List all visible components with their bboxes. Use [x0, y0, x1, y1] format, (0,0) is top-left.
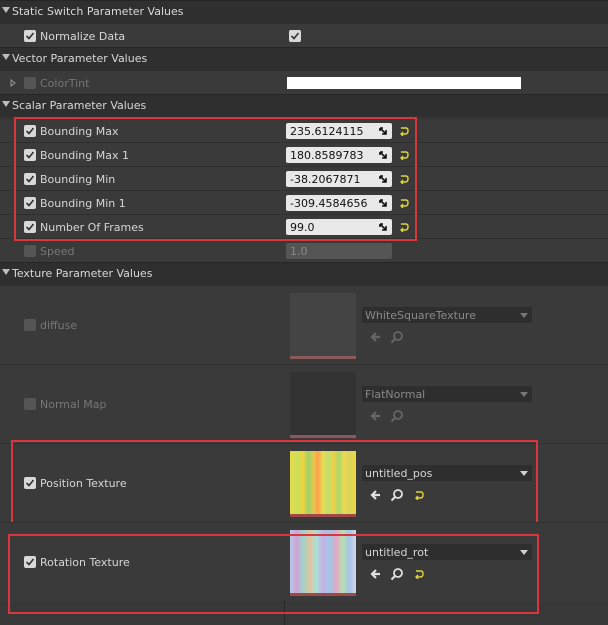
chevron-down-icon	[520, 313, 528, 318]
check-icon	[25, 32, 35, 40]
param-label: ColorTint	[40, 77, 90, 90]
highlight-box-scalar	[14, 117, 417, 241]
param-label: diffuse	[40, 319, 78, 332]
param-row-diffuse: diffuse WhiteSquareTexture	[0, 285, 608, 364]
category-texture[interactable]: Texture Parameter Values	[0, 262, 608, 285]
diffuse-enable-checkbox[interactable]	[24, 319, 36, 331]
asset-name: WhiteSquareTexture	[365, 309, 476, 322]
expand-arrow-icon[interactable]	[2, 54, 10, 60]
expand-right-icon[interactable]	[10, 79, 16, 87]
value-text: 1.0	[290, 245, 308, 258]
param-row-color-tint: ColorTint	[0, 70, 608, 95]
speed-enable-checkbox[interactable]	[24, 245, 36, 257]
param-label: Normal Map	[40, 398, 107, 411]
normalize-value-checkbox[interactable]	[289, 30, 301, 42]
browse-search-icon[interactable]	[390, 330, 404, 344]
expand-arrow-icon[interactable]	[2, 7, 10, 13]
highlight-box-rotation	[8, 534, 539, 614]
category-title: Texture Parameter Values	[12, 267, 153, 280]
color-tint-enable-checkbox[interactable]	[24, 77, 36, 89]
expand-arrow-icon[interactable]	[2, 269, 10, 275]
category-title: Scalar Parameter Values	[12, 99, 147, 112]
param-row-normal-map: Normal Map FlatNormal	[0, 364, 608, 443]
color-tint-swatch[interactable]	[287, 77, 521, 89]
category-vector[interactable]: Vector Parameter Values	[0, 47, 608, 70]
asset-picker[interactable]: FlatNormal	[362, 386, 532, 402]
chevron-down-icon	[520, 392, 528, 397]
speed-value-field[interactable]: 1.0	[286, 243, 392, 259]
param-label: Speed	[40, 245, 75, 258]
normalize-enable-checkbox[interactable]	[24, 30, 36, 42]
check-icon	[290, 32, 300, 40]
category-title: Static Switch Parameter Values	[12, 5, 184, 18]
expand-arrow-icon[interactable]	[2, 101, 10, 107]
texture-thumbnail[interactable]	[290, 293, 356, 359]
asset-name: FlatNormal	[365, 388, 426, 401]
param-row-speed: Speed 1.0	[0, 238, 608, 263]
highlight-box-position	[11, 440, 538, 525]
browse-search-icon[interactable]	[390, 409, 404, 423]
texture-thumbnail[interactable]	[290, 372, 356, 438]
asset-picker[interactable]: WhiteSquareTexture	[362, 307, 532, 323]
param-label: Normalize Data	[40, 30, 126, 43]
category-static-switch[interactable]: Static Switch Parameter Values	[0, 0, 608, 23]
use-selected-arrow-icon[interactable]	[368, 330, 382, 344]
category-title: Vector Parameter Values	[12, 52, 148, 65]
param-row-normalize-data: Normalize Data	[0, 23, 608, 48]
normal-map-enable-checkbox[interactable]	[24, 398, 36, 410]
category-scalar[interactable]: Scalar Parameter Values	[0, 94, 608, 117]
use-selected-arrow-icon[interactable]	[368, 409, 382, 423]
